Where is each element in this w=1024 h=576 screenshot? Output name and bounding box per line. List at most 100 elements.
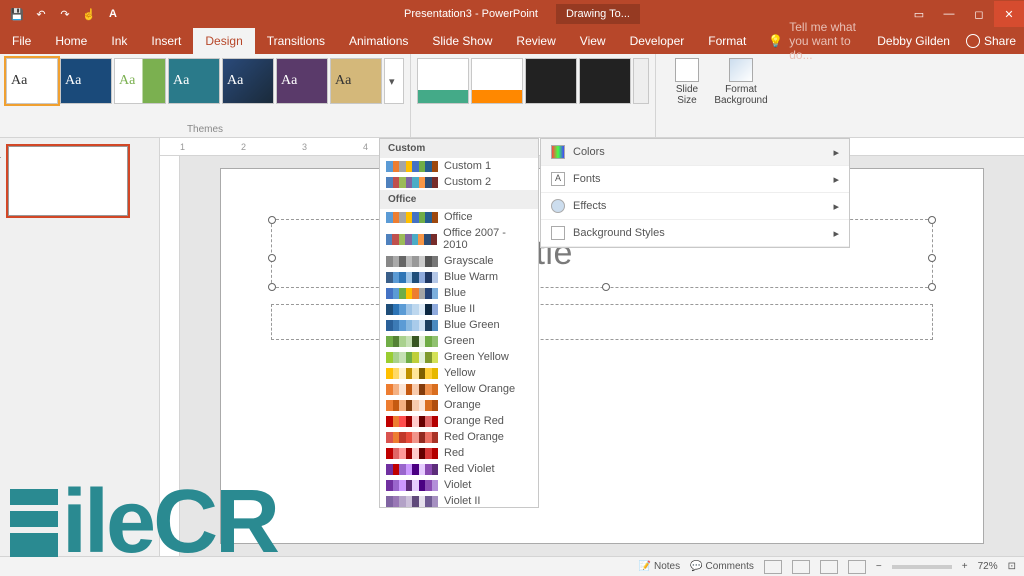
colors-section-office: Office	[380, 190, 538, 209]
variants-colors-row[interactable]: Colors▸	[541, 139, 849, 166]
watermark-text: ileCR	[62, 471, 277, 574]
tab-file[interactable]: File	[0, 28, 43, 54]
user-name: Debby Gilden	[877, 34, 950, 48]
normal-view-icon[interactable]	[764, 560, 782, 574]
variants-fonts-row[interactable]: AFonts▸	[541, 166, 849, 193]
format-bg-icon	[729, 58, 753, 82]
tab-animations[interactable]: Animations	[337, 28, 420, 54]
color-scheme-row[interactable]: Office 2007 - 2010	[380, 225, 538, 253]
redo-icon[interactable]: ↷	[56, 5, 74, 23]
tab-view[interactable]: View	[568, 28, 618, 54]
zoom-level[interactable]: 72%	[978, 561, 998, 572]
variants-gallery	[410, 54, 655, 137]
color-scheme-row[interactable]: Violet	[380, 477, 538, 493]
color-scheme-row[interactable]: Red Orange	[380, 429, 538, 445]
ribbon-body: Aa Aa Aa Aa Aa Aa Aa ▾ Themes Slide Size…	[0, 54, 1024, 138]
title-bar: 💾 ↶ ↷ ☝ A Presentation3 - PowerPoint Dra…	[0, 0, 1024, 28]
color-scheme-row[interactable]: Yellow Orange	[380, 381, 538, 397]
tab-developer[interactable]: Developer	[618, 28, 697, 54]
tell-me-placeholder: Tell me what you want to do...	[789, 20, 859, 62]
share-button[interactable]: Share	[958, 28, 1024, 54]
color-scheme-row[interactable]: Custom 2	[380, 174, 538, 190]
tab-ink[interactable]: Ink	[99, 28, 139, 54]
quick-access-toolbar: 💾 ↶ ↷ ☝ A	[0, 5, 130, 23]
format-background-button[interactable]: Format Background	[718, 58, 764, 133]
undo-icon[interactable]: ↶	[32, 5, 50, 23]
zoom-out-icon[interactable]: −	[876, 561, 882, 572]
notes-button[interactable]: 📝 Notes	[639, 561, 681, 572]
document-title: Presentation3 - PowerPoint	[394, 4, 548, 24]
watermark-logo: ileCR	[10, 471, 277, 574]
color-scheme-row[interactable]: Yellow	[380, 365, 538, 381]
slideshow-view-icon[interactable]	[848, 560, 866, 574]
panel-label: Fonts	[573, 173, 833, 185]
color-scheme-row[interactable]: Orange	[380, 397, 538, 413]
share-label: Share	[984, 34, 1016, 48]
color-scheme-row[interactable]: Blue Warm	[380, 269, 538, 285]
maximize-icon[interactable]: ◻	[964, 1, 994, 27]
tab-format[interactable]: Format	[696, 28, 758, 54]
theme-thumb[interactable]: ▾	[384, 58, 404, 104]
color-scheme-row[interactable]: Violet II	[380, 493, 538, 508]
lightbulb-icon: 💡	[768, 34, 783, 48]
color-scheme-row[interactable]: Blue II	[380, 301, 538, 317]
variant-thumb[interactable]	[525, 58, 577, 104]
tab-design[interactable]: Design	[193, 28, 254, 54]
variant-thumb[interactable]	[417, 58, 469, 104]
slide-number: 1	[0, 149, 1, 161]
tab-review[interactable]: Review	[504, 28, 567, 54]
ribbon-display-icon[interactable]: ▭	[904, 1, 934, 27]
color-scheme-row[interactable]: Office	[380, 209, 538, 225]
color-scheme-row[interactable]: Green	[380, 333, 538, 349]
tell-me-search[interactable]: 💡Tell me what you want to do...	[758, 28, 869, 54]
colors-dropdown: Custom Custom 1Custom 2 Office OfficeOff…	[379, 138, 539, 508]
tab-transitions[interactable]: Transitions	[255, 28, 337, 54]
theme-thumb[interactable]: Aa	[330, 58, 382, 104]
slide-thumbnail[interactable]: 1	[8, 146, 128, 216]
chevron-right-icon: ▸	[833, 227, 839, 240]
color-scheme-row[interactable]: Grayscale	[380, 253, 538, 269]
color-scheme-row[interactable]: Red Violet	[380, 461, 538, 477]
fit-to-window-icon[interactable]: ⊡	[1008, 561, 1016, 572]
subtitle-placeholder[interactable]: k to add subtitle	[271, 304, 933, 340]
color-scheme-row[interactable]: Custom 1	[380, 158, 538, 174]
save-icon[interactable]: 💾	[8, 5, 26, 23]
variant-thumb[interactable]	[579, 58, 631, 104]
comments-label: Comments	[706, 561, 754, 572]
theme-thumb[interactable]: Aa	[60, 58, 112, 104]
tab-home[interactable]: Home	[43, 28, 99, 54]
theme-thumb[interactable]: Aa	[276, 58, 328, 104]
theme-thumb[interactable]: Aa	[168, 58, 220, 104]
minimize-icon[interactable]: —	[934, 1, 964, 27]
color-scheme-row[interactable]: Orange Red	[380, 413, 538, 429]
color-scheme-row[interactable]: Blue	[380, 285, 538, 301]
theme-thumb[interactable]: Aa	[6, 58, 58, 104]
zoom-slider[interactable]	[892, 565, 952, 569]
variant-thumb[interactable]	[471, 58, 523, 104]
variants-bg-row[interactable]: Background Styles▸	[541, 220, 849, 247]
color-scheme-row[interactable]: Red	[380, 445, 538, 461]
tab-insert[interactable]: Insert	[139, 28, 193, 54]
color-scheme-row[interactable]: Blue Green	[380, 317, 538, 333]
panel-label: Colors	[573, 146, 833, 158]
comments-button[interactable]: 💬 Comments	[690, 561, 754, 572]
slide-size-icon	[675, 58, 699, 82]
tab-slideshow[interactable]: Slide Show	[420, 28, 504, 54]
ribbon-tabs: File Home Ink Insert Design Transitions …	[0, 28, 1024, 54]
theme-thumb[interactable]: Aa	[222, 58, 274, 104]
zoom-in-icon[interactable]: +	[962, 561, 968, 572]
themes-gallery: Aa Aa Aa Aa Aa Aa Aa ▾ Themes	[0, 54, 410, 137]
variants-more[interactable]	[633, 58, 649, 104]
close-icon[interactable]: ✕	[994, 1, 1024, 27]
themes-group-label: Themes	[0, 124, 410, 135]
color-scheme-row[interactable]: Green Yellow	[380, 349, 538, 365]
touch-mode-icon[interactable]: ☝	[80, 5, 98, 23]
slide-size-button[interactable]: Slide Size	[664, 58, 710, 133]
reading-view-icon[interactable]	[820, 560, 838, 574]
chevron-right-icon: ▸	[833, 146, 839, 159]
variants-effects-row[interactable]: Effects▸	[541, 193, 849, 220]
theme-thumb[interactable]: Aa	[114, 58, 166, 104]
font-color-icon[interactable]: A	[104, 5, 122, 23]
user-account[interactable]: Debby Gilden	[869, 28, 958, 54]
sorter-view-icon[interactable]	[792, 560, 810, 574]
